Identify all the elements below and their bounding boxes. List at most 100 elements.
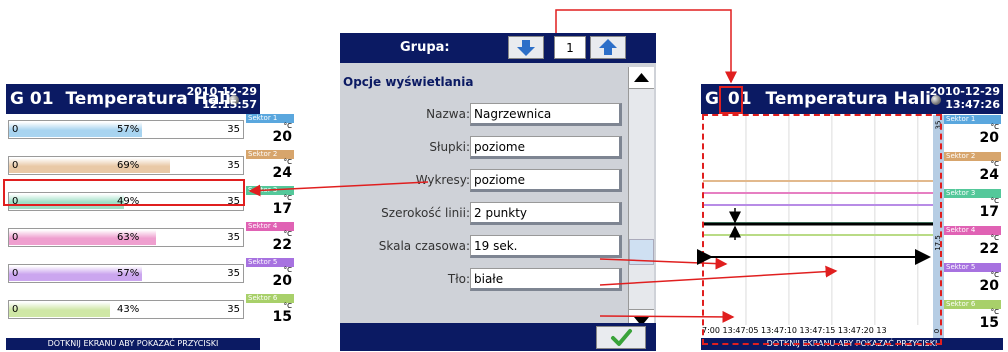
sector-name: Sektor 1 (946, 115, 976, 123)
option-value-field[interactable]: Nagrzewnica (470, 103, 622, 126)
sector-name: Sektor 6 (248, 294, 278, 302)
option-value-field[interactable]: poziome (470, 169, 622, 192)
sector-tile[interactable]: Sektor 5 °C 20 (944, 263, 1001, 300)
header-bar: G 01 Temperatura Hali 2010-12-29 13:47:2… (701, 84, 1003, 114)
bar-row[interactable]: 0 69% 35 (8, 156, 244, 175)
sector-tile[interactable]: Sektor 6 °C 15 (944, 300, 1001, 337)
sector-value: 17 (272, 201, 292, 217)
sector-value: 15 (272, 309, 292, 325)
highlighted-chart-area (702, 114, 942, 345)
bar-percent-label: 63% (117, 232, 140, 243)
bar-min-label: 0 (12, 124, 19, 135)
confirm-button[interactable] (596, 326, 646, 349)
bar-max-label: 35 (227, 268, 240, 279)
time-text: 13:47:26 (945, 98, 1000, 111)
time-text: 12:15:57 (202, 98, 257, 111)
group-up-button[interactable] (590, 36, 626, 59)
sector-tile[interactable]: Sektor 1 °C 20 (246, 114, 294, 147)
sector-name: Sektor 6 (946, 300, 976, 308)
option-value-field[interactable]: 19 sek. (470, 235, 622, 258)
sector-tile[interactable]: Sektor 6 °C 15 (246, 294, 294, 327)
header-bar: G 01 Temperatura Hali 2010-12-29 12:15:5… (6, 84, 260, 114)
bar-fill (9, 302, 110, 317)
option-value-field[interactable]: poziome (470, 136, 622, 159)
option-label: Skala czasowa: (378, 239, 470, 253)
bar-row[interactable]: 0 43% 35 (8, 300, 244, 319)
option-label: Tło: (447, 272, 470, 286)
sector-name: Sektor 2 (248, 150, 278, 158)
option-label: Szerokość linii: (381, 206, 470, 220)
section-title: Opcje wyświetlania (343, 75, 474, 89)
checkmark-icon (611, 329, 632, 346)
bottom-bar (340, 323, 656, 351)
sector-value: 22 (979, 241, 999, 257)
option-label: Wykresy: (415, 173, 470, 187)
sector-value: 20 (979, 278, 999, 294)
sector-tile[interactable]: Sektor 3 °C 17 (246, 186, 294, 219)
sector-name: Sektor 3 (248, 186, 278, 194)
group-selector-bar: Grupa: 1 (340, 33, 656, 63)
sector-value: 22 (272, 237, 292, 253)
arrow-down-icon (517, 40, 535, 56)
scroll-thumb[interactable] (629, 239, 654, 265)
bar-fill (9, 158, 171, 173)
sector-tile[interactable]: Sektor 5 °C 20 (246, 258, 294, 291)
bar-max-label: 35 (227, 160, 240, 171)
bar-row[interactable]: 0 63% 35 (8, 228, 244, 247)
bar-min-label: 0 (12, 160, 19, 171)
bar-max-label: 35 (227, 304, 240, 315)
sector-name: Sektor 2 (946, 152, 976, 160)
sector-value: 17 (979, 204, 999, 220)
sector-value: 20 (272, 129, 292, 145)
group-name: Temperatura Hali (765, 89, 931, 109)
sector-value: 24 (272, 165, 292, 181)
group-number-field[interactable]: 1 (554, 36, 586, 59)
sector-tile[interactable]: Sektor 4 °C 22 (944, 226, 1001, 263)
display-options-screen: Grupa: 1 Opcje wyświetlania Nazwa: Nagrze… (340, 33, 656, 351)
highlighted-group-number (719, 86, 743, 114)
group-down-button[interactable] (508, 36, 544, 59)
sector-name: Sektor 3 (946, 189, 976, 197)
sector-tile[interactable]: Sektor 4 °C 22 (246, 222, 294, 255)
bar-min-label: 0 (12, 268, 19, 279)
sector-tile[interactable]: Sektor 2 °C 24 (944, 152, 1001, 189)
datetime: 2010-12-29 13:47:26 (930, 85, 1000, 111)
option-value-field[interactable]: 2 punkty (470, 202, 622, 225)
sector-name: Sektor 1 (248, 114, 278, 122)
bar-percent-label: 57% (117, 268, 140, 279)
group-id: G 01 (10, 89, 54, 109)
scrollbar[interactable] (628, 67, 654, 331)
sector-name: Sektor 4 (946, 226, 976, 234)
bar-row[interactable]: 0 57% 35 (8, 120, 244, 139)
bar-min-label: 0 (12, 232, 19, 243)
bar-percent-label: 43% (117, 304, 140, 315)
sector-list: Sektor 1 °C 20 Sektor 2 °C 24 Sektor 3 °C 17 Sekt… (944, 115, 1001, 337)
sector-value: 24 (979, 167, 999, 183)
bar-percent-label: 69% (117, 160, 140, 171)
arrow-up-icon (599, 39, 617, 55)
sector-name: Sektor 4 (248, 222, 278, 230)
datetime: 2010-12-29 12:15:57 (187, 85, 257, 111)
bar-max-label: 35 (227, 124, 240, 135)
sector-value: 15 (979, 315, 999, 331)
sector-tile[interactable]: Sektor 1 °C 20 (944, 115, 1001, 152)
sector-tile[interactable]: Sektor 2 °C 24 (246, 150, 294, 183)
option-value-field[interactable]: białe (470, 268, 622, 291)
sector-value: 20 (272, 273, 292, 289)
bar-max-label: 35 (227, 232, 240, 243)
touch-hint[interactable]: DOTKNIJ EKRANU ABY POKAZAĆ PRZYCISKI (6, 338, 260, 350)
date-text: 2010-12-29 (186, 85, 257, 98)
bar-row[interactable]: 0 57% 35 (8, 264, 244, 283)
scroll-up-button[interactable] (629, 67, 654, 89)
bar-percent-label: 57% (117, 124, 140, 135)
triangle-up-icon (634, 73, 649, 82)
bar-min-label: 0 (12, 304, 19, 315)
date-text: 2010-12-29 (929, 85, 1000, 98)
group-prefix: G (705, 89, 719, 109)
bar-view-screen: G 01 Temperatura Hali 2010-12-29 12:15:5… (6, 84, 294, 350)
sector-tile[interactable]: Sektor 3 °C 17 (944, 189, 1001, 226)
sector-value: 20 (979, 130, 999, 146)
option-label: Słupki: (429, 140, 470, 154)
sector-name: Sektor 5 (946, 263, 976, 271)
highlighted-bar-frame (3, 179, 245, 206)
